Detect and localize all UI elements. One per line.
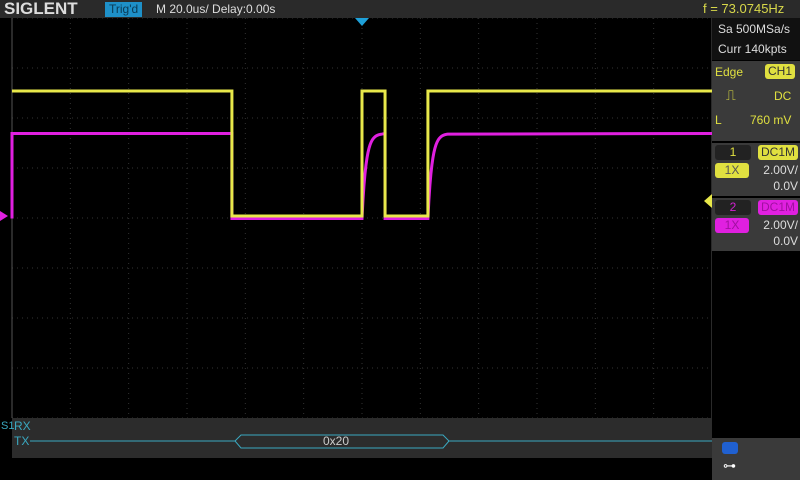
memory-depth: Curr 140kpts <box>718 42 787 56</box>
ch2-coupling: DC1M <box>758 200 799 215</box>
trigger-level-label: L <box>715 113 722 127</box>
ch1-coupling: DC1M <box>758 145 799 160</box>
ch2-number: 2 <box>715 200 751 215</box>
status-icons: ⊶ <box>712 438 800 480</box>
trigger-type: Edge <box>715 65 744 79</box>
ch1-panel[interactable]: 1 DC1M 1X 2.00V/ 0.0V <box>712 143 800 196</box>
trigger-level: 760 mV <box>750 113 792 127</box>
siglent-logo: SIGLENT <box>4 0 78 18</box>
frequency-counter: f = 73.0745Hz <box>703 1 785 16</box>
ch2-offset: 0.0V <box>773 234 798 248</box>
trigger-status: Trig'd <box>105 2 143 17</box>
sample-rate: Sa 500MSa/s <box>718 22 791 36</box>
ch1-probe: 1X <box>715 163 749 178</box>
decode-area <box>12 418 712 458</box>
ch1-trace <box>12 89 712 218</box>
trigger-position-marker[interactable] <box>355 18 369 26</box>
timebase-readout[interactable]: M 20.0us/ Delay:0.00s <box>156 2 275 16</box>
tx-label: TX <box>14 434 30 448</box>
top-bar: SIGLENT Trig'd M 20.0us/ Delay:0.00s <box>0 0 800 18</box>
ch1-number: 1 <box>715 145 751 160</box>
ch2-panel[interactable]: 2 DC1M 1X 2.00V/ 0.0V <box>712 198 800 251</box>
rx-label: RX <box>14 419 31 433</box>
ch2-probe: 1X <box>715 218 749 233</box>
acquisition-panel: Sa 500MSa/s Curr 140kpts <box>712 18 800 60</box>
ch1-scale: 2.00V/ <box>763 163 798 177</box>
network-icon: ⊶ <box>723 458 736 473</box>
waveform-display[interactable] <box>0 18 712 458</box>
trigger-source[interactable]: CH1 <box>765 64 796 79</box>
trigger-level-marker[interactable] <box>704 194 712 208</box>
ch2-ground-marker[interactable] <box>0 211 8 221</box>
usb-icon <box>722 442 738 454</box>
tx-decoded-value: 0x20 <box>323 434 350 448</box>
bus-label: S1 <box>1 420 15 432</box>
ch2-scale: 2.00V/ <box>763 218 798 232</box>
ch1-offset: 0.0V <box>773 179 798 193</box>
rising-edge-icon: ⎍ <box>726 87 736 103</box>
trigger-panel[interactable]: Edge CH1 ⎍ DC L 760 mV <box>712 61 800 141</box>
trigger-coupling: DC <box>774 89 792 103</box>
